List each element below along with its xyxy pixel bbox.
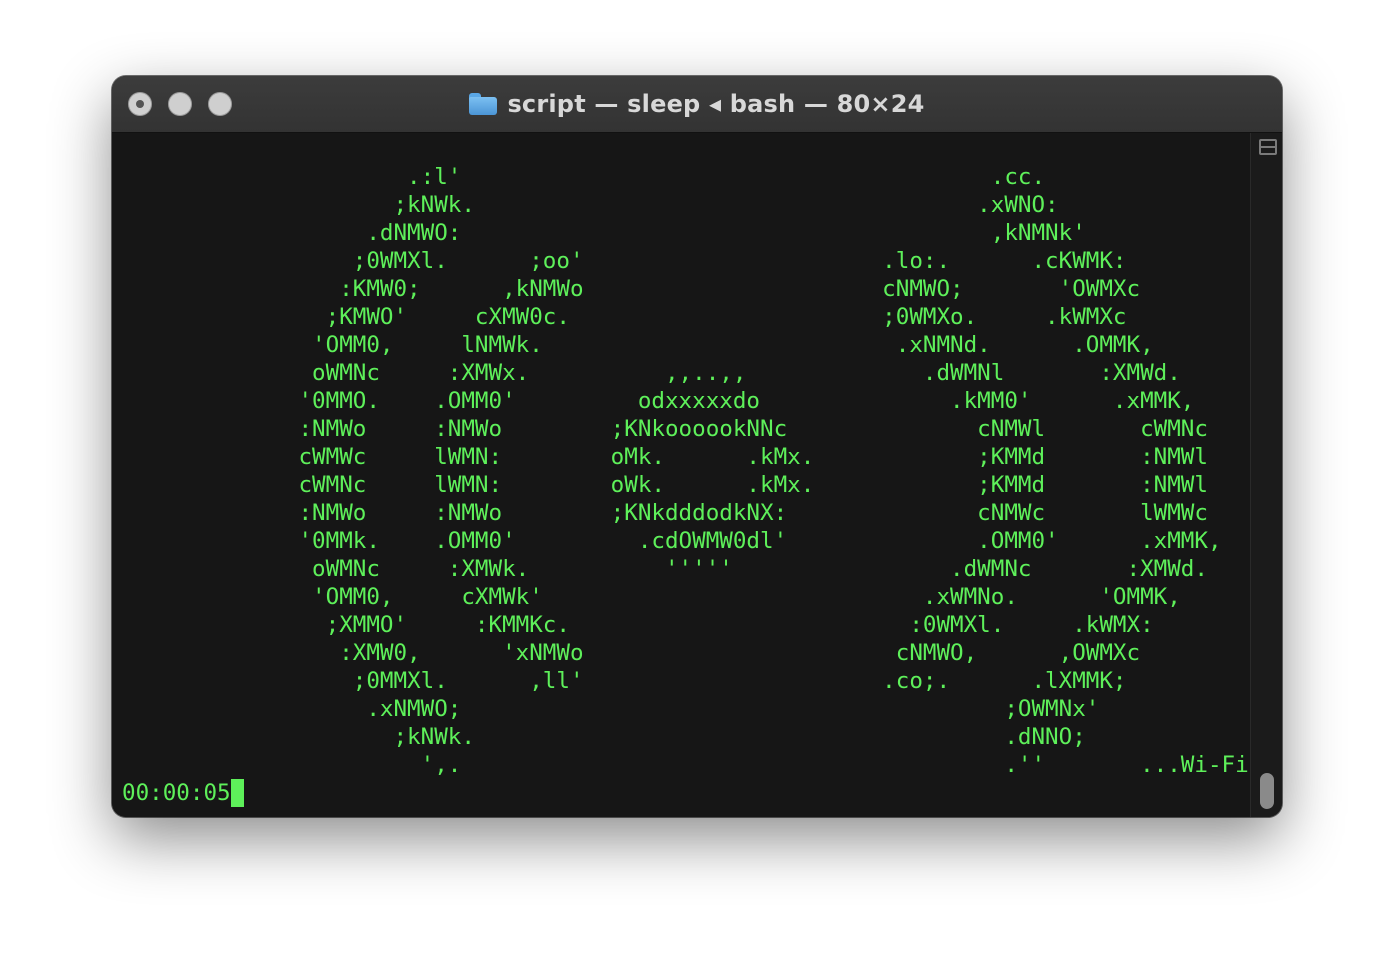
terminal-line: oWMNc :XMWx. ,,..,, .dWMNl :XMWd. [122,360,1181,386]
split-pane-icon[interactable] [1259,139,1277,155]
text-cursor [230,779,244,807]
window-title: script — sleep ◂ bash — 80×24 [507,90,925,118]
terminal-line: ;0MMXl. ,ll' .co;. .lXMMK; [122,668,1127,694]
prompt-line: 00:00:05 [122,780,231,806]
terminal-line: ;XMMO' :KMMKc. :0WMXl. .kWMX: [122,612,1154,638]
terminal-line: :KMW0; ,kNMWo cNMWO; 'OWMXc [122,276,1141,302]
terminal-line: ;kNWk. .xWNO: [122,192,1059,218]
terminal-content[interactable]: .:l' .cc. ;kNWk. .xWNO: .dNMWO: ,kNMNk' [112,133,1276,817]
title-bar[interactable]: script — sleep ◂ bash — 80×24 [112,76,1282,133]
terminal-window: script — sleep ◂ bash — 80×24 .:l' .cc. … [112,76,1282,817]
window-title-area: script — sleep ◂ bash — 80×24 [112,76,1282,132]
terminal-line: ',. .'' ...Wi-Fi = ON [122,752,1282,778]
terminal-output: .:l' .cc. ;kNWk. .xWNO: .dNMWO: ,kNMNk' [122,163,1282,807]
terminal-line: cWMWc lWMN: oMk. .kMx. ;KMMd :NMWl [122,444,1208,470]
terminal-line: .dNMWO: ,kNMNk' [122,220,1086,246]
vertical-scrollbar[interactable] [1250,133,1282,817]
terminal-line: ;KMWO' cXMW0c. ;0WMXo. .kWMXc [122,304,1127,330]
terminal-line: cWMNc lWMN: oWk. .kMx. ;KMMd :NMWl [122,472,1208,498]
terminal-line: oWMNc :XMWk. ''''' .dWMNc :XMWd. [122,556,1208,582]
terminal-line: ;0WMXl. ;oo' .lo:. .cKWMK: [122,248,1127,274]
terminal-line: ;kNWk. .dNNO; [122,724,1086,750]
scroll-thumb[interactable] [1260,773,1274,809]
terminal-line: :NMWo :NMWo ;KNkdddodkNX: cNMWc lWMWc [122,500,1208,526]
terminal-line: :XMW0, 'xNMWo cNMWO, ,OWMXc [122,640,1141,666]
terminal-line: :NMWo :NMWo ;KNkoooookNNc cNMWl cWMNc [122,416,1208,442]
terminal-line: 'OMM0, cXMWk' .xWMNo. 'OMMK, [122,584,1181,610]
terminal-line: .xNMWO; ;OWMNx' [122,696,1100,722]
terminal-line: '0MMO. .OMM0' odxxxxxdo .kMM0' .xMMK, [122,388,1195,414]
folder-icon [469,93,498,115]
terminal-line: '0MMk. .OMM0' .cdOWMW0dl' .OMM0' .xMMK, [122,528,1222,554]
terminal-line: 'OMM0, lNMWk. .xNMNd. .OMMK, [122,332,1154,358]
terminal-line: .:l' .cc. [122,164,1046,190]
